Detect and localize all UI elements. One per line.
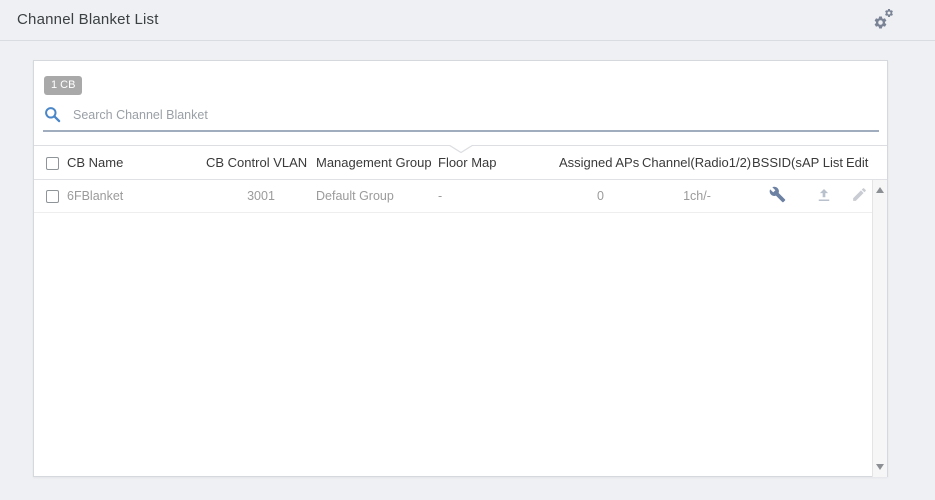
- channel-blanket-card: 1 CB CB Name CB Control VLAN Management …: [33, 60, 888, 477]
- wrench-icon: [769, 186, 786, 203]
- ap-list-button[interactable]: [815, 186, 833, 204]
- pencil-icon: [851, 186, 868, 203]
- bssid-button[interactable]: [769, 186, 786, 203]
- vertical-scrollbar[interactable]: [872, 180, 887, 477]
- col-header-assigned-aps: Assigned APs: [559, 155, 642, 170]
- table-body: 6FBlanket 3001 Default Group - 0 1ch/-: [34, 180, 887, 477]
- cb-count-badge: 1 CB: [44, 76, 82, 95]
- edit-button[interactable]: [851, 186, 868, 203]
- scroll-down-icon[interactable]: [876, 464, 884, 470]
- cell-assigned-aps: 0: [559, 189, 642, 203]
- col-header-floor-map: Floor Map: [438, 155, 559, 170]
- upload-icon: [815, 186, 833, 204]
- scroll-up-icon[interactable]: [876, 187, 884, 193]
- col-header-edit: Edit: [846, 155, 872, 170]
- chevron-down-icon: [449, 145, 473, 154]
- cell-management-group: Default Group: [316, 189, 438, 203]
- table-row[interactable]: 6FBlanket 3001 Default Group - 0 1ch/-: [34, 180, 872, 213]
- search-bar: [43, 104, 879, 132]
- select-all-checkbox[interactable]: [46, 157, 59, 170]
- col-header-management-group: Management Group: [316, 155, 438, 170]
- settings-button[interactable]: [873, 8, 899, 32]
- collapse-toggle[interactable]: [34, 145, 887, 146]
- col-header-ap-list: AP List: [802, 155, 846, 170]
- cell-channel: 1ch/-: [642, 189, 752, 203]
- cell-cb-name: 6FBlanket: [67, 189, 206, 203]
- search-icon: [44, 106, 61, 123]
- page-header: Channel Blanket List: [0, 0, 935, 41]
- search-input[interactable]: [71, 107, 879, 123]
- row-checkbox[interactable]: [46, 190, 59, 203]
- cell-cb-control-vlan: 3001: [206, 189, 316, 203]
- col-header-bssids: BSSID(s): [752, 155, 802, 170]
- cell-floor-map: -: [438, 189, 559, 203]
- gear-small-icon: [884, 8, 894, 18]
- col-header-cb-name: CB Name: [67, 155, 206, 170]
- page-title: Channel Blanket List: [17, 11, 159, 28]
- col-header-channel: Channel(Radio1/2): [642, 155, 752, 170]
- col-header-cb-control-vlan: CB Control VLAN: [206, 155, 316, 170]
